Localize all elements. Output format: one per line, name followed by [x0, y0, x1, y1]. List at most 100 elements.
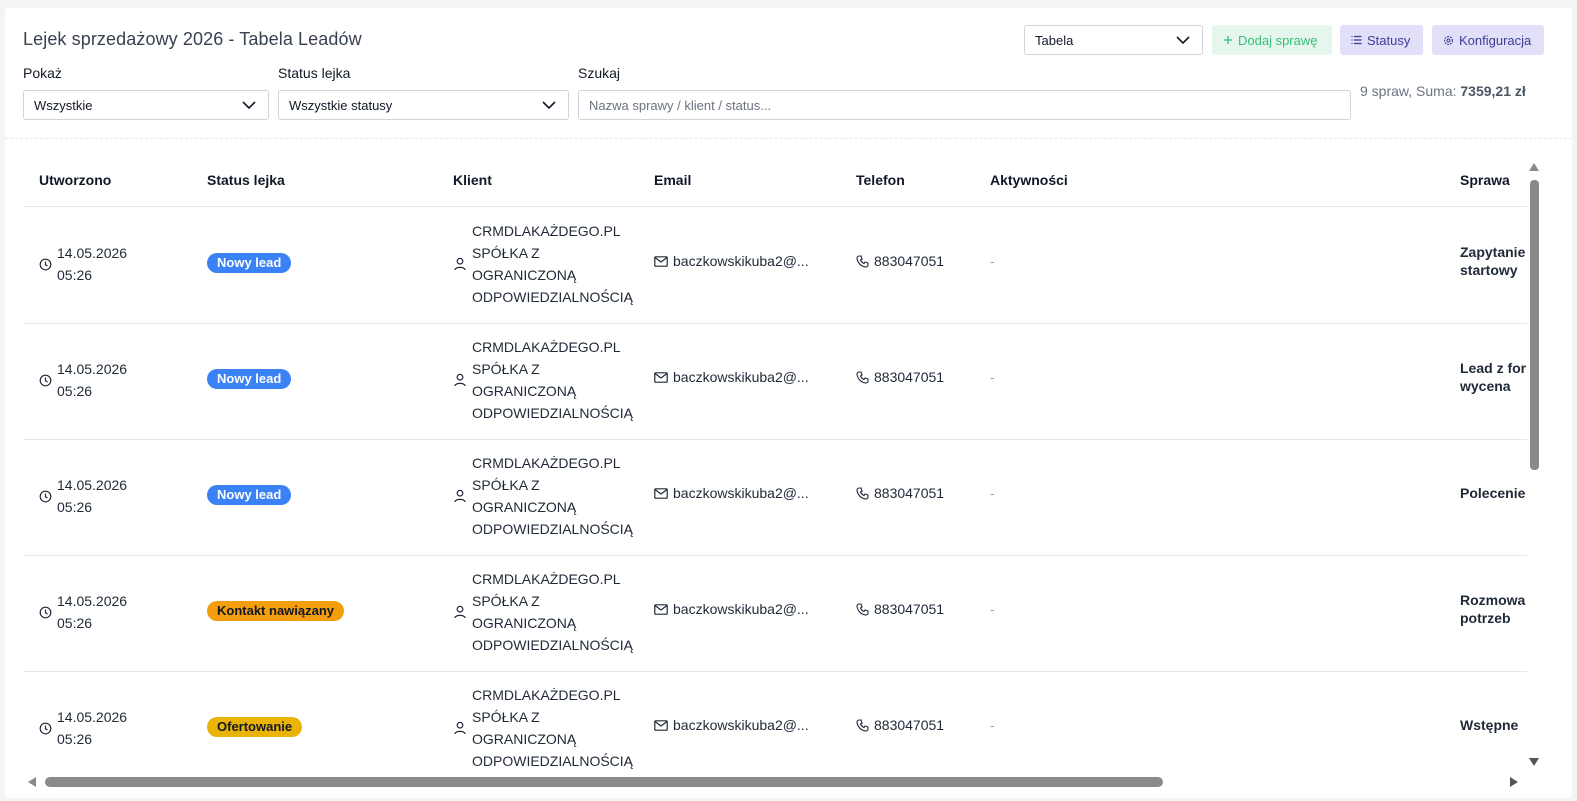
status-badge[interactable]: Ofertowanie: [207, 717, 303, 737]
client-name-line: ODPOWIEDZIALNOŚCIĄ: [472, 753, 634, 769]
view-select-value: Tabela: [1035, 33, 1074, 48]
scroll-right-arrow[interactable]: [1510, 777, 1518, 787]
mail-icon: [654, 255, 668, 267]
email-value: baczkowskikuba2@...: [673, 601, 809, 617]
phone-cell[interactable]: 883047051: [856, 485, 944, 501]
clock-icon: [39, 258, 52, 270]
case-name-line: Rozmowa: [1460, 592, 1526, 608]
client-name-line: ODPOWIEDZIALNOŚCIĄ: [472, 637, 634, 653]
client-name-line: OGRANICZONĄ: [472, 383, 577, 399]
vertical-scrollbar[interactable]: [1527, 160, 1541, 775]
client-name-line: ODPOWIEDZIALNOŚCIĄ: [472, 405, 634, 421]
horizontal-scrollbar[interactable]: [23, 775, 1527, 791]
table-row[interactable]: 14.05.2026 05:26 Ofertowanie CRMDLAKAŻDEGO.…: [23, 672, 1527, 775]
add-case-label: Dodaj sprawę: [1238, 32, 1318, 48]
case-name[interactable]: Rozmowa potrzeb: [1460, 591, 1527, 627]
created-date: 14.05.2026: [57, 245, 128, 261]
header-case[interactable]: Sprawa: [1460, 172, 1510, 188]
phone-icon: [856, 486, 869, 500]
client-cell[interactable]: CRMDLAKAŻDEGO.PL SPÓŁKA Z OGRANICZONĄ ODPOW…: [454, 452, 633, 540]
case-name-line: Zapytanie: [1460, 244, 1526, 260]
phone-value: 883047051: [874, 717, 945, 733]
header-phone[interactable]: Telefon: [856, 172, 905, 188]
email-cell[interactable]: baczkowskikuba2@...: [654, 369, 809, 385]
case-name[interactable]: Polecenie: [1460, 484, 1527, 502]
email-value: baczkowskikuba2@...: [673, 369, 809, 385]
header-status[interactable]: Status lejka: [207, 172, 285, 188]
status-badge[interactable]: Nowy lead: [207, 253, 292, 273]
clock-icon: [39, 490, 52, 502]
leads-table: Utworzono Status lejka Klient Email Tele…: [23, 160, 1527, 775]
header-activities[interactable]: Aktywności: [990, 172, 1068, 188]
phone-cell[interactable]: 883047051: [856, 369, 944, 385]
client-name-line: SPÓŁKA Z: [472, 361, 540, 377]
add-case-button[interactable]: Dodaj sprawę: [1212, 25, 1332, 55]
created-cell: 14.05.2026 05:26: [39, 358, 127, 402]
user-icon: [454, 721, 466, 735]
summary-total: 7359,21 zł: [1460, 83, 1526, 99]
activities-value: -: [990, 485, 995, 501]
chevron-down-icon: [1176, 36, 1190, 45]
search-label: Szukaj: [578, 65, 621, 81]
show-filter-select[interactable]: Wszystkie: [23, 90, 269, 120]
table-row[interactable]: 14.05.2026 05:26 Nowy lead CRMDLAKAŻDEGO.PL…: [23, 208, 1527, 324]
scroll-down-arrow[interactable]: [1529, 758, 1539, 766]
email-cell[interactable]: baczkowskikuba2@...: [654, 253, 809, 269]
created-cell: 14.05.2026 05:26: [39, 242, 127, 286]
header-email[interactable]: Email: [654, 172, 691, 188]
case-name-line: wycena: [1460, 378, 1511, 394]
client-name-line: SPÓŁKA Z: [472, 593, 540, 609]
clock-icon: [39, 606, 52, 618]
header-client[interactable]: Klient: [453, 172, 492, 188]
clock-icon: [39, 374, 52, 386]
scroll-up-arrow[interactable]: [1529, 163, 1539, 171]
email-cell[interactable]: baczkowskikuba2@...: [654, 485, 809, 501]
client-cell[interactable]: CRMDLAKAŻDEGO.PL SPÓŁKA Z OGRANICZONĄ ODPOW…: [454, 568, 633, 656]
show-filter-label: Pokaż: [23, 65, 62, 81]
status-filter-label: Status lejka: [278, 65, 351, 81]
table-row[interactable]: 14.05.2026 05:26 Nowy lead CRMDLAKAŻDEGO.PL…: [23, 440, 1527, 556]
client-name-line: SPÓŁKA Z: [472, 245, 540, 261]
gear-icon: [1444, 35, 1453, 45]
statuses-button[interactable]: Statusy: [1340, 25, 1423, 55]
email-cell[interactable]: baczkowskikuba2@...: [654, 601, 809, 617]
page-title: Lejek sprzedażowy 2026 - Tabela Leadów: [23, 29, 362, 49]
email-value: baczkowskikuba2@...: [673, 253, 809, 269]
case-name[interactable]: Zapytanie startowy: [1460, 243, 1527, 279]
table-header: Utworzono Status lejka Klient Email Tele…: [23, 160, 1527, 207]
client-cell[interactable]: CRMDLAKAŻDEGO.PL SPÓŁKA Z OGRANICZONĄ ODPOW…: [454, 684, 633, 772]
status-badge[interactable]: Nowy lead: [207, 369, 292, 389]
status-badge[interactable]: Kontakt nawiązany: [207, 601, 345, 621]
horizontal-scroll-thumb[interactable]: [45, 777, 1163, 787]
table-row[interactable]: 14.05.2026 05:26 Nowy lead CRMDLAKAŻDEGO.PL…: [23, 324, 1527, 440]
vertical-scroll-thumb[interactable]: [1530, 180, 1539, 470]
case-name-line: startowy: [1460, 262, 1518, 278]
phone-cell[interactable]: 883047051: [856, 601, 944, 617]
case-name-line: Wstępne: [1460, 717, 1519, 733]
case-name[interactable]: Wstępne: [1460, 716, 1527, 734]
phone-cell[interactable]: 883047051: [856, 253, 944, 269]
email-cell[interactable]: baczkowskikuba2@...: [654, 717, 809, 733]
case-name-line: Polecenie: [1460, 485, 1526, 501]
status-badge[interactable]: Nowy lead: [207, 485, 292, 505]
activities-value: -: [990, 253, 995, 269]
view-select[interactable]: Tabela: [1024, 25, 1203, 55]
client-cell[interactable]: CRMDLAKAŻDEGO.PL SPÓŁKA Z OGRANICZONĄ ODPOW…: [454, 336, 633, 424]
created-time: 05:26: [57, 615, 93, 631]
phone-cell[interactable]: 883047051: [856, 717, 944, 733]
case-name[interactable]: Lead z for wycena: [1460, 359, 1527, 395]
phone-icon: [856, 370, 869, 384]
scroll-left-arrow[interactable]: [28, 777, 36, 787]
status-filter-select[interactable]: Wszystkie statusy: [278, 90, 569, 120]
divider: [5, 138, 1572, 139]
list-icon: [1351, 35, 1362, 45]
client-name-line: SPÓŁKA Z: [472, 477, 540, 493]
header-created[interactable]: Utworzono: [39, 172, 111, 188]
client-cell[interactable]: CRMDLAKAŻDEGO.PL SPÓŁKA Z OGRANICZONĄ ODPOW…: [454, 220, 633, 308]
phone-value: 883047051: [874, 601, 945, 617]
client-name-line: OGRANICZONĄ: [472, 267, 577, 283]
configuration-button[interactable]: Konfiguracja: [1432, 25, 1544, 55]
table-row[interactable]: 14.05.2026 05:26 Kontakt nawiązany CRMDLAKA…: [23, 556, 1527, 672]
search-input[interactable]: [578, 90, 1351, 120]
status-filter-value: Wszystkie statusy: [289, 98, 393, 113]
